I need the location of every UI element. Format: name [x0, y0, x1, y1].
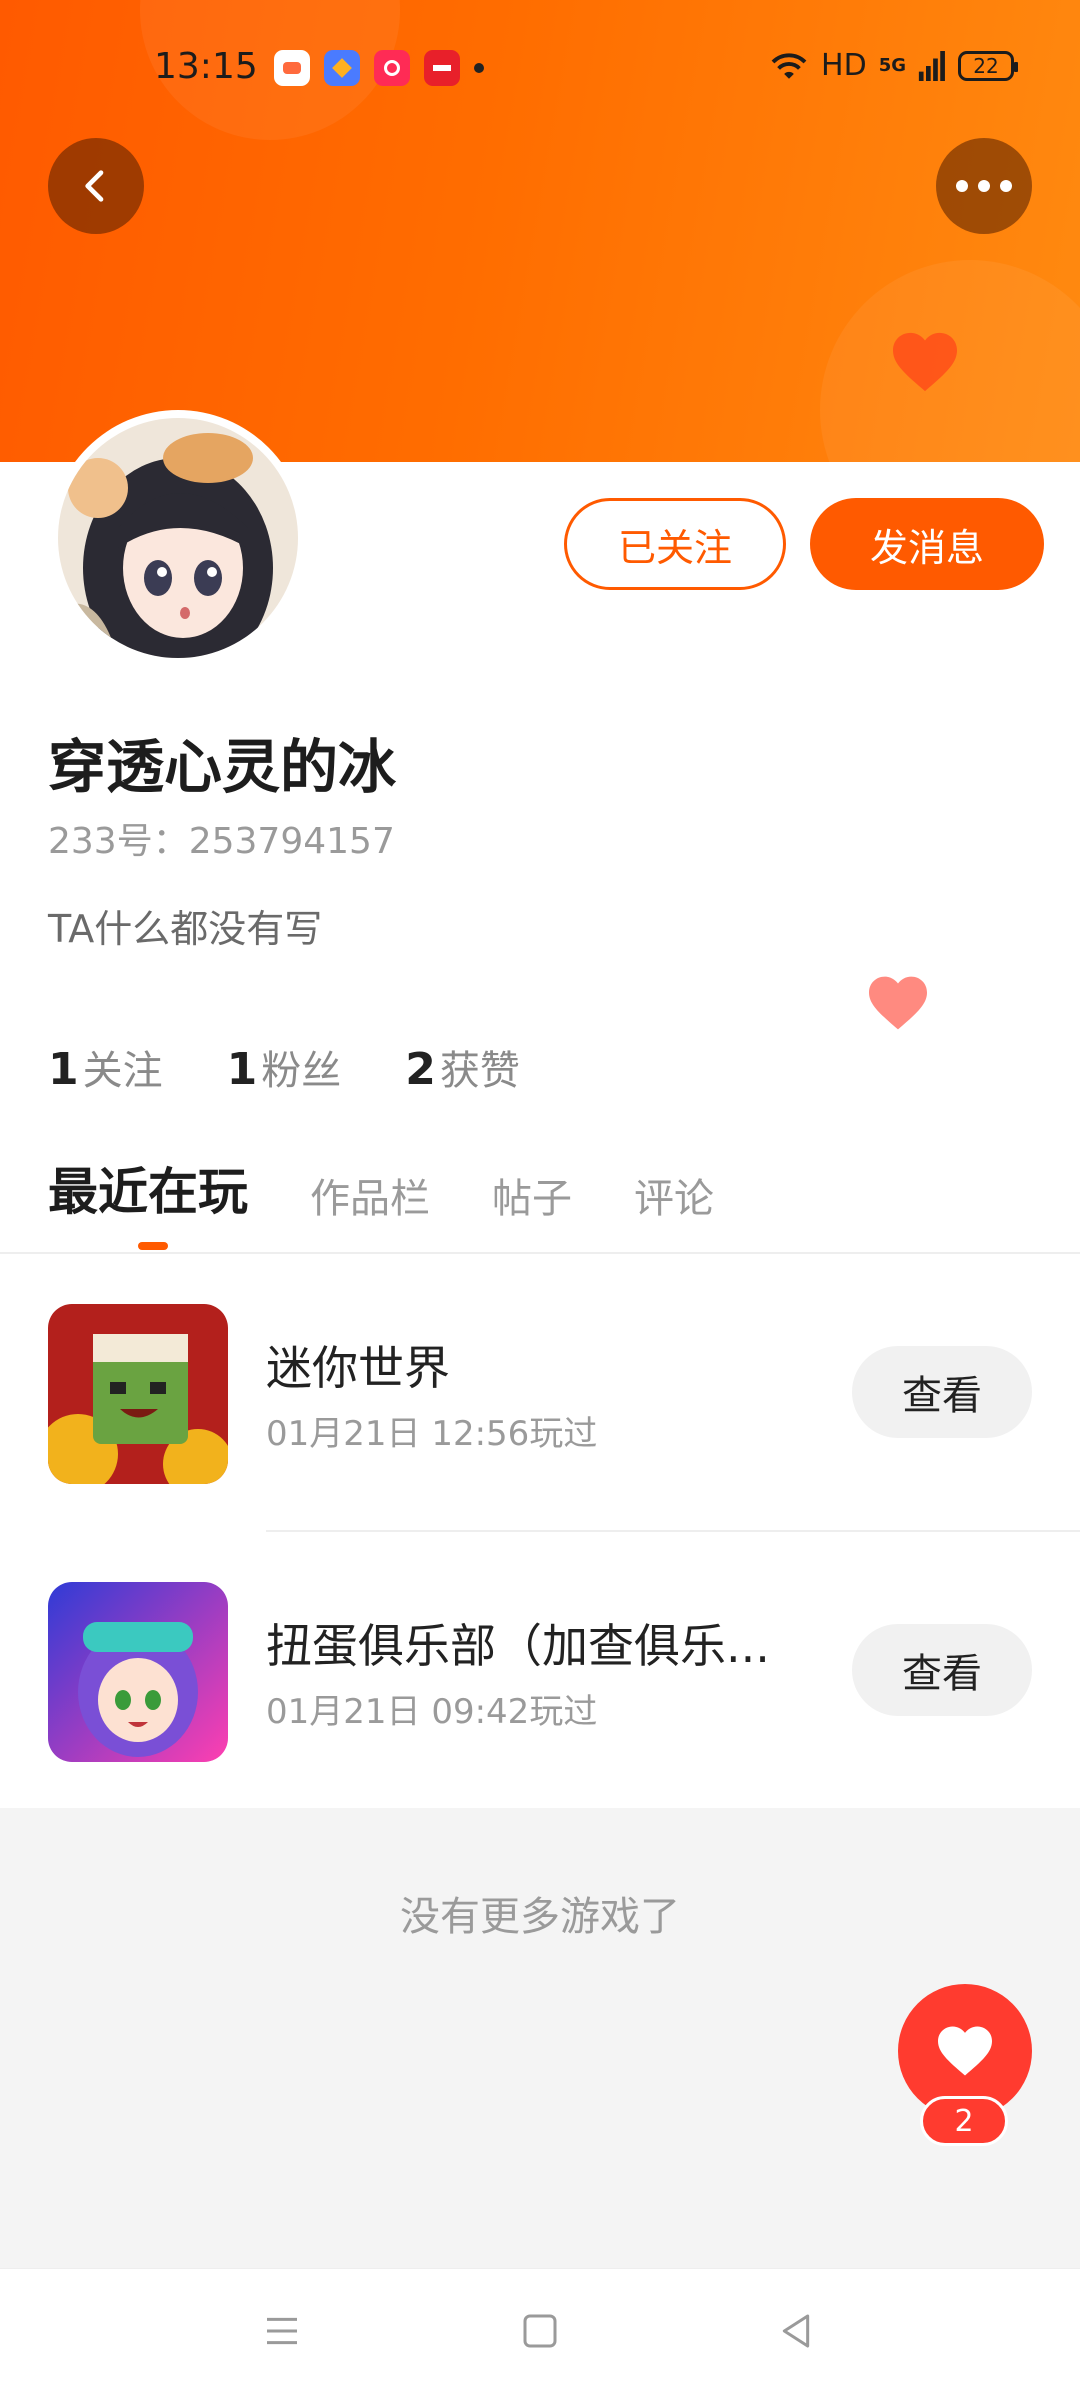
list-item[interactable]: 迷你世界 01月21日 12:56玩过 查看	[0, 1254, 1080, 1524]
view-button[interactable]: 查看	[852, 1624, 1032, 1716]
back-button[interactable]	[48, 138, 144, 234]
battery-level: 22	[973, 53, 999, 78]
wifi-icon	[771, 52, 807, 79]
profile-stats: 1 关注 1 粉丝 2 获赞	[48, 1038, 520, 1096]
chevron-left-icon	[85, 170, 104, 202]
following-count: 1	[48, 1044, 79, 1095]
likes-label: 获赞	[439, 1048, 520, 1094]
pen-app-icon	[324, 50, 360, 86]
gacha-club-icon	[48, 1582, 228, 1762]
back-triangle-icon[interactable]	[776, 2311, 816, 2351]
following-button[interactable]: 已关注	[564, 498, 786, 590]
fans-count: 1	[226, 1044, 258, 1095]
network-type: 5G	[878, 55, 906, 76]
hd-indicator: HD	[821, 48, 867, 83]
system-navigation-bar	[0, 2268, 1080, 2400]
game-name: 扭蛋俱乐部（加查俱乐...	[266, 1619, 770, 1673]
status-bar: 13:15 HD 5G 22	[0, 0, 1080, 136]
mini-world-icon	[48, 1304, 228, 1484]
heart-icon	[869, 976, 927, 1030]
heart-icon	[893, 332, 957, 392]
likes-stat[interactable]: 2 获赞	[405, 1038, 520, 1096]
home-icon[interactable]	[520, 2311, 560, 2351]
more-button[interactable]	[936, 138, 1032, 234]
signal-icon	[918, 50, 945, 81]
video-app-icon	[374, 50, 410, 86]
username: 穿透心灵的冰	[48, 733, 397, 801]
view-button[interactable]: 查看	[852, 1346, 1032, 1438]
like-count-badge: 2	[920, 2096, 1008, 2146]
likes-count: 2	[405, 1044, 436, 1095]
tab-indicator	[138, 1242, 168, 1250]
tab-works[interactable]: 作品栏	[310, 1166, 430, 1224]
tab-recently-played[interactable]: 最近在玩	[48, 1152, 248, 1224]
profile-tabs: 最近在玩 作品栏 帖子 评论	[48, 1152, 714, 1224]
avatar-image	[58, 418, 298, 658]
tab-comments[interactable]: 评论	[634, 1166, 714, 1224]
status-right: HD 5G 22	[769, 48, 1018, 83]
send-message-button[interactable]: 发消息	[810, 498, 1044, 590]
following-label: 关注	[82, 1048, 163, 1094]
status-app-icons	[274, 50, 484, 86]
following-stat[interactable]: 1 关注	[48, 1038, 163, 1096]
status-time: 13:15	[154, 46, 258, 87]
menu-icon[interactable]	[262, 2311, 302, 2351]
tab-posts[interactable]: 帖子	[492, 1166, 572, 1224]
battery-icon: 22	[958, 50, 1018, 81]
notification-dot	[474, 63, 484, 73]
game-app-icon	[274, 50, 310, 86]
user-bio: TA什么都没有写	[48, 907, 323, 951]
no-more-games-text: 没有更多游戏了	[400, 1894, 680, 1940]
list-item[interactable]: 扭蛋俱乐部（加查俱乐... 01月21日 09:42玩过 查看	[0, 1532, 1080, 1802]
heart-icon	[938, 2026, 992, 2076]
fans-label: 粉丝	[261, 1048, 342, 1094]
more-dots-icon	[956, 180, 1012, 192]
game-name: 迷你世界	[266, 1341, 450, 1395]
game-played-time: 01月21日 12:56玩过	[266, 1414, 598, 1454]
avatar[interactable]	[50, 410, 306, 666]
fans-stat[interactable]: 1 粉丝	[227, 1038, 342, 1096]
game-played-time: 01月21日 09:42玩过	[266, 1692, 598, 1732]
user-id: 233号：253794157	[48, 821, 395, 862]
book-app-icon	[424, 50, 460, 86]
